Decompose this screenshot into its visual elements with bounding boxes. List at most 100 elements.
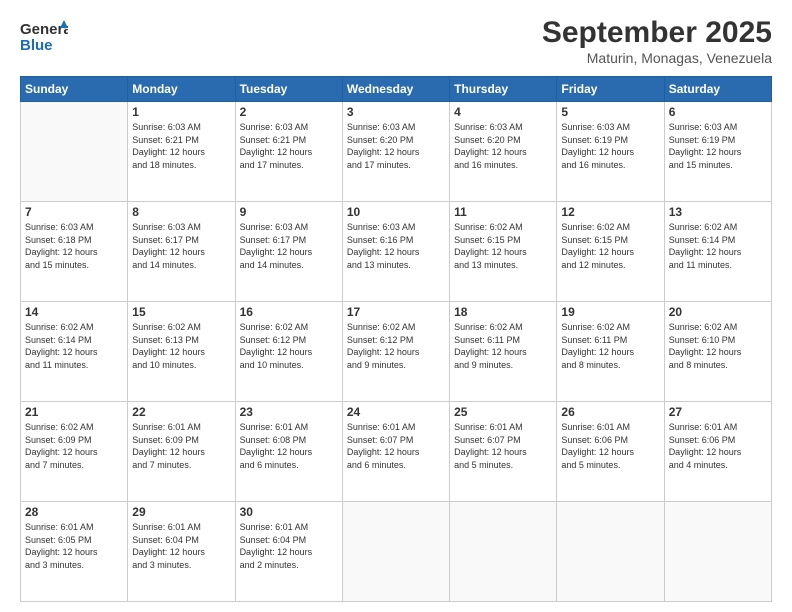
header-sunday: Sunday [21, 77, 128, 102]
day-info: Sunrise: 6:03 AMSunset: 6:19 PMDaylight:… [669, 121, 767, 171]
day-info: Sunrise: 6:03 AMSunset: 6:20 PMDaylight:… [347, 121, 445, 171]
logo-icon: General Blue [20, 16, 68, 56]
day-info: Sunrise: 6:02 AMSunset: 6:11 PMDaylight:… [454, 321, 552, 371]
day-number: 9 [240, 205, 338, 219]
day-info: Sunrise: 6:02 AMSunset: 6:12 PMDaylight:… [347, 321, 445, 371]
day-number: 13 [669, 205, 767, 219]
day-number: 26 [561, 405, 659, 419]
day-info: Sunrise: 6:01 AMSunset: 6:04 PMDaylight:… [132, 521, 230, 571]
day-info: Sunrise: 6:03 AMSunset: 6:18 PMDaylight:… [25, 221, 123, 271]
day-info: Sunrise: 6:01 AMSunset: 6:09 PMDaylight:… [132, 421, 230, 471]
table-row [21, 102, 128, 202]
table-row: 20 Sunrise: 6:02 AMSunset: 6:10 PMDayligh… [664, 302, 771, 402]
day-info: Sunrise: 6:01 AMSunset: 6:08 PMDaylight:… [240, 421, 338, 471]
day-info: Sunrise: 6:02 AMSunset: 6:13 PMDaylight:… [132, 321, 230, 371]
table-row: 13 Sunrise: 6:02 AMSunset: 6:14 PMDayligh… [664, 202, 771, 302]
day-info: Sunrise: 6:03 AMSunset: 6:20 PMDaylight:… [454, 121, 552, 171]
table-row: 30 Sunrise: 6:01 AMSunset: 6:04 PMDayligh… [235, 502, 342, 602]
table-row [557, 502, 664, 602]
table-row: 18 Sunrise: 6:02 AMSunset: 6:11 PMDayligh… [450, 302, 557, 402]
table-row: 26 Sunrise: 6:01 AMSunset: 6:06 PMDayligh… [557, 402, 664, 502]
header-wednesday: Wednesday [342, 77, 449, 102]
day-info: Sunrise: 6:01 AMSunset: 6:06 PMDaylight:… [669, 421, 767, 471]
title-block: September 2025 Maturin, Monagas, Venezue… [542, 16, 772, 66]
table-row: 3 Sunrise: 6:03 AMSunset: 6:20 PMDaylight… [342, 102, 449, 202]
day-info: Sunrise: 6:01 AMSunset: 6:06 PMDaylight:… [561, 421, 659, 471]
day-info: Sunrise: 6:02 AMSunset: 6:10 PMDaylight:… [669, 321, 767, 371]
table-row: 14Sunrise: 6:02 AMSunset: 6:14 PMDayligh… [21, 302, 128, 402]
table-row: 4Sunrise: 6:03 AMSunset: 6:20 PMDaylight… [450, 102, 557, 202]
day-info: Sunrise: 6:01 AMSunset: 6:07 PMDaylight:… [347, 421, 445, 471]
header-saturday: Saturday [664, 77, 771, 102]
day-number: 19 [561, 305, 659, 319]
day-number: 27 [669, 405, 767, 419]
day-info: Sunrise: 6:03 AMSunset: 6:17 PMDaylight:… [240, 221, 338, 271]
calendar-week-row: 1 Sunrise: 6:03 AMSunset: 6:21 PMDaylight… [21, 102, 772, 202]
table-row: 2Sunrise: 6:03 AMSunset: 6:21 PMDaylight… [235, 102, 342, 202]
table-row [342, 502, 449, 602]
day-number: 14 [25, 305, 123, 319]
day-info: Sunrise: 6:02 AMSunset: 6:14 PMDaylight:… [669, 221, 767, 271]
day-number: 17 [347, 305, 445, 319]
day-number: 22 [132, 405, 230, 419]
table-row: 8Sunrise: 6:03 AMSunset: 6:17 PMDaylight… [128, 202, 235, 302]
header-friday: Friday [557, 77, 664, 102]
day-number: 11 [454, 205, 552, 219]
day-info: Sunrise: 6:03 AMSunset: 6:21 PMDaylight:… [132, 121, 230, 171]
table-row: 5Sunrise: 6:03 AMSunset: 6:19 PMDaylight… [557, 102, 664, 202]
day-number: 12 [561, 205, 659, 219]
day-number: 21 [25, 405, 123, 419]
day-number: 6 [669, 105, 767, 119]
table-row: 7 Sunrise: 6:03 AMSunset: 6:18 PMDaylight… [21, 202, 128, 302]
calendar-week-row: 21 Sunrise: 6:02 AMSunset: 6:09 PMDayligh… [21, 402, 772, 502]
day-info: Sunrise: 6:02 AMSunset: 6:09 PMDaylight:… [25, 421, 123, 471]
day-number: 8 [132, 205, 230, 219]
table-row: 10Sunrise: 6:03 AMSunset: 6:16 PMDayligh… [342, 202, 449, 302]
day-info: Sunrise: 6:01 AMSunset: 6:07 PMDaylight:… [454, 421, 552, 471]
svg-text:Blue: Blue [20, 37, 53, 54]
day-number: 20 [669, 305, 767, 319]
day-number: 25 [454, 405, 552, 419]
day-info: Sunrise: 6:02 AMSunset: 6:11 PMDaylight:… [561, 321, 659, 371]
day-info: Sunrise: 6:02 AMSunset: 6:15 PMDaylight:… [454, 221, 552, 271]
day-number: 15 [132, 305, 230, 319]
day-number: 3 [347, 105, 445, 119]
table-row: 15 Sunrise: 6:02 AMSunset: 6:13 PMDayligh… [128, 302, 235, 402]
calendar-header-row: Sunday Monday Tuesday Wednesday Thursday… [21, 77, 772, 102]
day-number: 7 [25, 205, 123, 219]
table-row [450, 502, 557, 602]
table-row [664, 502, 771, 602]
calendar-table: Sunday Monday Tuesday Wednesday Thursday… [20, 76, 772, 602]
day-info: Sunrise: 6:01 AMSunset: 6:04 PMDaylight:… [240, 521, 338, 571]
table-row: 27 Sunrise: 6:01 AMSunset: 6:06 PMDayligh… [664, 402, 771, 502]
table-row: 12 Sunrise: 6:02 AMSunset: 6:15 PMDayligh… [557, 202, 664, 302]
table-row: 22 Sunrise: 6:01 AMSunset: 6:09 PMDayligh… [128, 402, 235, 502]
table-row: 11 Sunrise: 6:02 AMSunset: 6:15 PMDayligh… [450, 202, 557, 302]
day-number: 5 [561, 105, 659, 119]
day-number: 29 [132, 505, 230, 519]
table-row: 16Sunrise: 6:02 AMSunset: 6:12 PMDayligh… [235, 302, 342, 402]
table-row: 28Sunrise: 6:01 AMSunset: 6:05 PMDayligh… [21, 502, 128, 602]
header: General Blue September 2025 Maturin, Mon… [20, 16, 772, 66]
day-number: 1 [132, 105, 230, 119]
logo: General Blue [20, 16, 68, 61]
table-row: 19 Sunrise: 6:02 AMSunset: 6:11 PMDayligh… [557, 302, 664, 402]
svg-text:General: General [20, 21, 68, 38]
calendar-week-row: 28Sunrise: 6:01 AMSunset: 6:05 PMDayligh… [21, 502, 772, 602]
calendar-week-row: 7 Sunrise: 6:03 AMSunset: 6:18 PMDaylight… [21, 202, 772, 302]
table-row: 29 Sunrise: 6:01 AMSunset: 6:04 PMDayligh… [128, 502, 235, 602]
table-row: 17 Sunrise: 6:02 AMSunset: 6:12 PMDayligh… [342, 302, 449, 402]
table-row: 23Sunrise: 6:01 AMSunset: 6:08 PMDayligh… [235, 402, 342, 502]
page: General Blue September 2025 Maturin, Mon… [0, 0, 792, 612]
day-info: Sunrise: 6:02 AMSunset: 6:12 PMDaylight:… [240, 321, 338, 371]
day-number: 18 [454, 305, 552, 319]
header-tuesday: Tuesday [235, 77, 342, 102]
day-number: 30 [240, 505, 338, 519]
table-row: 21 Sunrise: 6:02 AMSunset: 6:09 PMDayligh… [21, 402, 128, 502]
day-info: Sunrise: 6:02 AMSunset: 6:15 PMDaylight:… [561, 221, 659, 271]
day-info: Sunrise: 6:03 AMSunset: 6:21 PMDaylight:… [240, 121, 338, 171]
calendar-week-row: 14Sunrise: 6:02 AMSunset: 6:14 PMDayligh… [21, 302, 772, 402]
month-title: September 2025 [542, 16, 772, 50]
location-subtitle: Maturin, Monagas, Venezuela [542, 50, 772, 66]
table-row: 24Sunrise: 6:01 AMSunset: 6:07 PMDayligh… [342, 402, 449, 502]
